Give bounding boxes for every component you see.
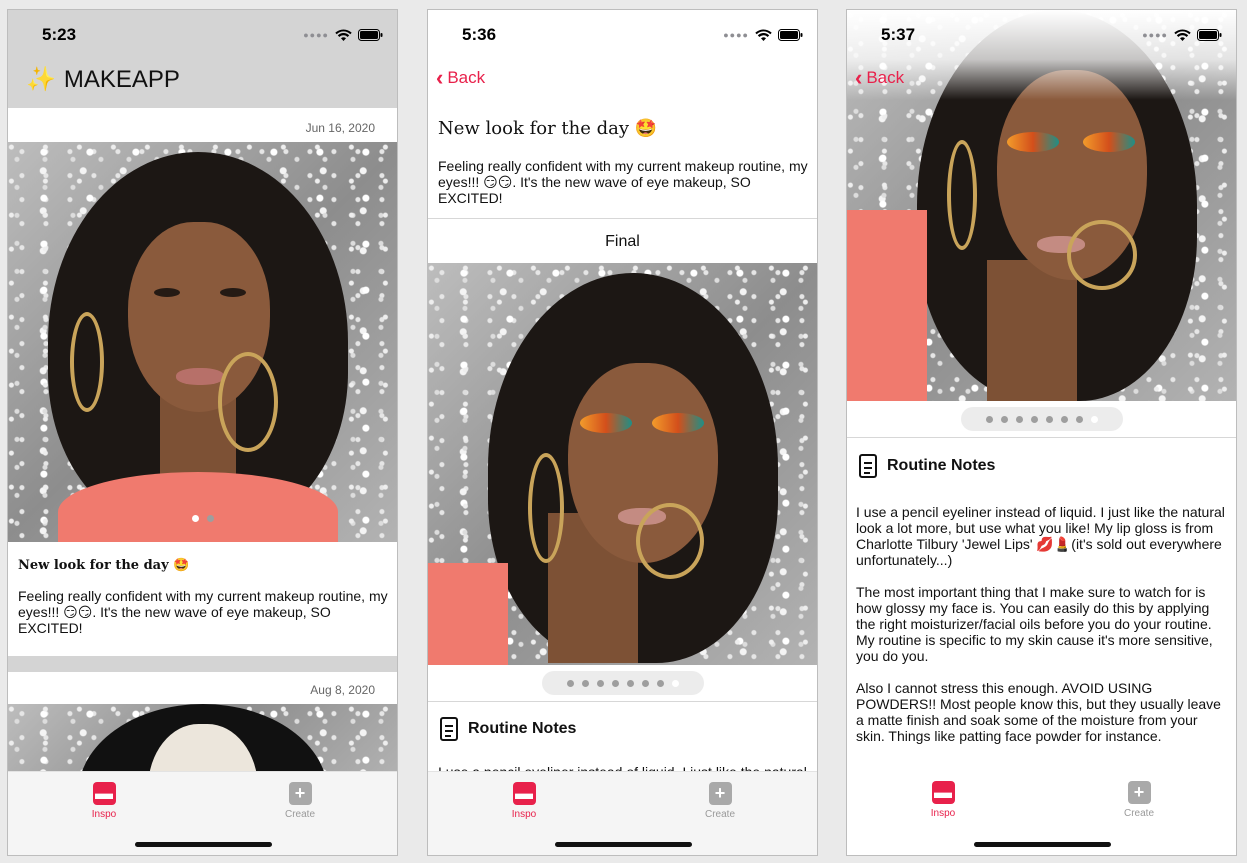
brand-name: MAKEAPP <box>63 65 180 93</box>
tab-label: Inspo <box>91 809 117 820</box>
status-bar: 5:23 ●●●● <box>8 10 397 60</box>
status-bar: 5:37 ●●●● <box>847 10 1236 60</box>
signal-dots-icon: ●●●● <box>723 30 749 40</box>
post-body: Feeling really confident with my current… <box>18 588 388 636</box>
routine-notes-heading: Routine Notes <box>859 454 995 478</box>
routine-notes: I use a pencil eyeliner instead of liqui… <box>856 504 1230 760</box>
inspo-icon: ▬ <box>512 782 536 805</box>
back-button[interactable]: ‹ Back <box>855 65 905 90</box>
post-photo[interactable] <box>8 142 397 542</box>
detail-screen: 5:36 ●●●● ‹ Back New look for the day 🤩 … <box>427 9 818 856</box>
tab-create[interactable]: + Create <box>680 782 760 820</box>
notes-paragraph: The most important thing that I make sur… <box>856 584 1213 664</box>
home-indicator[interactable] <box>974 842 1111 847</box>
tab-label: Create <box>704 809 735 820</box>
tab-bar: ▬ Inspo + Create <box>8 771 397 855</box>
back-label: Back <box>866 68 905 87</box>
feed-screen: 5:23 ●●●● ✨ MAKEAPP Jun 16, 2020 New loo… <box>7 9 398 856</box>
post-date: Aug 8, 2020 <box>310 683 375 697</box>
tab-bar: ▬ Inspo + Create <box>847 771 1236 855</box>
signal-dots-icon: ●●●● <box>303 30 329 40</box>
tab-inspo[interactable]: ▬ Inspo <box>64 782 144 820</box>
status-bar: 5:36 ●●●● <box>428 10 817 60</box>
photo-pager[interactable] <box>542 671 704 695</box>
detail-body: Feeling really confident with my current… <box>438 158 808 206</box>
detail-title: New look for the day 🤩 <box>438 118 658 139</box>
photo-pager[interactable] <box>961 407 1123 431</box>
back-label: Back <box>447 68 486 87</box>
battery-icon <box>778 29 803 41</box>
tab-label: Create <box>1123 808 1154 819</box>
post-title: New look for the day 🤩 <box>18 558 190 573</box>
plus-icon: + <box>288 782 312 805</box>
tab-label: Inspo <box>511 809 537 820</box>
status-time: 5:23 <box>42 25 77 44</box>
tab-create[interactable]: + Create <box>260 782 340 820</box>
tab-inspo[interactable]: ▬ Inspo <box>484 782 564 820</box>
tab-create[interactable]: + Create <box>1099 781 1179 819</box>
detail-photo[interactable] <box>428 263 817 665</box>
post-separator <box>8 656 397 672</box>
tab-label: Create <box>284 809 315 820</box>
document-icon <box>859 454 877 478</box>
battery-icon <box>358 29 383 41</box>
image-caption: Final <box>605 233 640 250</box>
plus-icon: + <box>1127 781 1151 804</box>
tab-inspo[interactable]: ▬ Inspo <box>903 781 983 819</box>
wifi-icon <box>1174 28 1191 41</box>
detail-screen-scrolled: 5:37 ●●●● ‹ Back Routine Notes I use a p… <box>846 9 1237 856</box>
post-date: Jun 16, 2020 <box>305 121 375 135</box>
battery-icon <box>1197 29 1222 41</box>
document-icon <box>440 717 458 741</box>
notes-heading-label: Routine Notes <box>468 720 577 737</box>
tab-bar: ▬ Inspo + Create <box>428 771 817 855</box>
back-button[interactable]: ‹ Back <box>436 65 486 90</box>
wifi-icon <box>755 28 772 41</box>
app-brand: ✨ MAKEAPP <box>26 65 180 94</box>
inspo-icon: ▬ <box>92 782 116 805</box>
inspo-icon: ▬ <box>931 781 955 804</box>
tab-label: Inspo <box>930 808 956 819</box>
notes-paragraph: I use a pencil eyeliner instead of liqui… <box>856 504 1225 568</box>
notes-paragraph: Also I cannot stress this enough. AVOID … <box>856 680 1221 744</box>
signal-dots-icon: ●●●● <box>1142 30 1168 40</box>
photo-pager[interactable] <box>8 515 397 522</box>
plus-icon: + <box>708 782 732 805</box>
chevron-left-icon: ‹ <box>855 65 863 90</box>
magic-wand-icon: ✨ <box>26 66 56 93</box>
wifi-icon <box>335 28 352 41</box>
home-indicator[interactable] <box>555 842 692 847</box>
chevron-left-icon: ‹ <box>436 65 444 90</box>
home-indicator[interactable] <box>135 842 272 847</box>
routine-notes-heading: Routine Notes <box>440 717 576 741</box>
status-time: 5:37 <box>881 25 916 44</box>
notes-heading-label: Routine Notes <box>887 457 996 474</box>
status-time: 5:36 <box>462 25 497 44</box>
